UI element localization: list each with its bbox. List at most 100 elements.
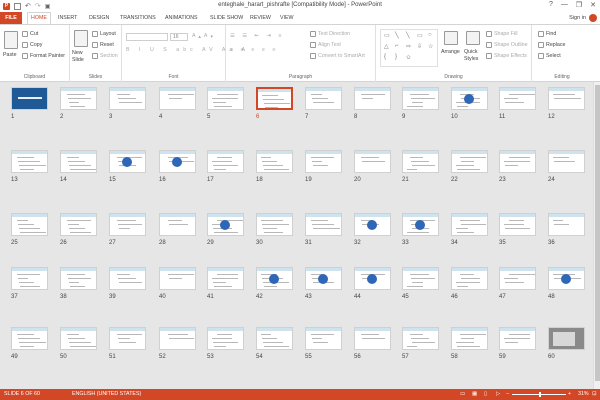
slide-thumbnail-25[interactable]: [11, 213, 48, 236]
tab-slide-show[interactable]: SLIDE SHOW: [210, 13, 243, 23]
layout-button[interactable]: Layout: [92, 31, 116, 37]
line-shape-icon[interactable]: ╲: [395, 32, 399, 39]
shapes-gallery[interactable]: ▭ ╲ ╲ ▭ ○ △ ⌐ ⇨ ⇩ ☆ { } ✩: [380, 29, 438, 67]
scrollbar-thumb[interactable]: [595, 85, 600, 381]
cut-button[interactable]: Cut: [22, 31, 38, 37]
font-name-box[interactable]: [126, 33, 168, 41]
zoom-level[interactable]: 31%: [578, 391, 589, 397]
slide-thumbnail-59[interactable]: [499, 327, 536, 350]
slide-thumbnail-5[interactable]: [207, 87, 244, 110]
slide-thumbnail-18[interactable]: [256, 150, 293, 173]
shape-fill-button[interactable]: Shape Fill: [486, 31, 518, 37]
paste-button[interactable]: Paste: [3, 52, 17, 58]
slide-thumbnail-53[interactable]: [207, 327, 244, 350]
help-button[interactable]: ?: [549, 1, 553, 9]
slide-thumbnail-13[interactable]: [11, 150, 48, 173]
slide-thumbnail-11[interactable]: [499, 87, 536, 110]
format-painter-button[interactable]: Format Painter: [22, 53, 65, 59]
grow-font-icon[interactable]: A ▲ A ▼: [192, 33, 214, 39]
slide-thumbnail-31[interactable]: [305, 213, 342, 236]
slide-thumbnail-19[interactable]: [305, 150, 342, 173]
tab-file[interactable]: FILE: [0, 12, 22, 24]
slide-thumbnail-42[interactable]: [256, 267, 293, 290]
slide-thumbnail-33[interactable]: [402, 213, 439, 236]
slide-thumbnail-51[interactable]: [109, 327, 146, 350]
slide-thumbnail-17[interactable]: [207, 150, 244, 173]
slide-thumbnail-57[interactable]: [402, 327, 439, 350]
brace-shape-icon[interactable]: {: [384, 54, 386, 60]
slide-thumbnail-46[interactable]: [451, 267, 488, 290]
arrange-button[interactable]: Arrange: [441, 49, 460, 55]
rectangle-shape-icon[interactable]: ▭: [384, 32, 390, 39]
slide-thumbnail-4[interactable]: [159, 87, 196, 110]
account-avatar[interactable]: [589, 14, 597, 22]
slide-thumbnail-41[interactable]: [207, 267, 244, 290]
slide-thumbnail-22[interactable]: [451, 150, 488, 173]
slide-thumbnail-38[interactable]: [60, 267, 97, 290]
tab-review[interactable]: REVIEW: [250, 13, 271, 23]
slide-thumbnail-28[interactable]: [159, 213, 196, 236]
new-slide-button[interactable]: New Slide: [72, 50, 94, 64]
slide-thumbnail-40[interactable]: [159, 267, 196, 290]
slide-thumbnail-34[interactable]: [451, 213, 488, 236]
slide-thumbnail-44[interactable]: [354, 267, 391, 290]
quick-styles-button[interactable]: Quick Styles: [464, 49, 482, 63]
slide-thumbnail-9[interactable]: [402, 87, 439, 110]
arrange-icon[interactable]: [444, 31, 458, 45]
slide-thumbnail-23[interactable]: [499, 150, 536, 173]
restore-button[interactable]: ❐: [576, 1, 582, 9]
slide-thumbnail-58[interactable]: [451, 327, 488, 350]
sorter-view-icon[interactable]: ▦: [472, 391, 477, 397]
slide-thumbnail-7[interactable]: [305, 87, 342, 110]
slide-thumbnail-35[interactable]: [499, 213, 536, 236]
normal-view-icon[interactable]: ▭: [460, 391, 465, 397]
slide-thumbnail-12[interactable]: [548, 87, 585, 110]
fit-to-window-icon[interactable]: ⊡: [592, 391, 596, 397]
slide-thumbnail-56[interactable]: [354, 327, 391, 350]
slide-thumbnail-52[interactable]: [159, 327, 196, 350]
slide-thumbnail-32[interactable]: [354, 213, 391, 236]
triangle-shape-icon[interactable]: △: [384, 43, 389, 50]
new-slide-icon[interactable]: [74, 30, 88, 47]
tab-home[interactable]: HOME: [27, 12, 51, 24]
replace-button[interactable]: Replace: [538, 42, 565, 48]
rect2-shape-icon[interactable]: ▭: [417, 32, 423, 39]
slideshow-view-icon[interactable]: ▷: [496, 391, 500, 397]
reset-button[interactable]: Reset: [92, 42, 114, 48]
slide-thumbnail-29[interactable]: [207, 213, 244, 236]
slide-thumbnail-24[interactable]: [548, 150, 585, 173]
slide-thumbnail-54[interactable]: [256, 327, 293, 350]
tab-transitions[interactable]: TRANSITIONS: [120, 13, 156, 23]
slide-thumbnail-21[interactable]: [402, 150, 439, 173]
minimize-button[interactable]: —: [561, 1, 568, 9]
zoom-out-icon[interactable]: −: [506, 391, 509, 397]
slide-thumbnail-20[interactable]: [354, 150, 391, 173]
slide-thumbnail-39[interactable]: [109, 267, 146, 290]
select-button[interactable]: Select: [538, 53, 561, 59]
slide-thumbnail-8[interactable]: [354, 87, 391, 110]
slide-thumbnail-2[interactable]: [60, 87, 97, 110]
slide-thumbnail-26[interactable]: [60, 213, 97, 236]
slide-thumbnail-10[interactable]: [451, 87, 488, 110]
slide-thumbnail-27[interactable]: [109, 213, 146, 236]
slide-thumbnail-15[interactable]: [109, 150, 146, 173]
quick-styles-icon[interactable]: [466, 31, 480, 45]
find-button[interactable]: Find: [538, 31, 556, 37]
brace2-shape-icon[interactable]: }: [395, 54, 397, 60]
reading-view-icon[interactable]: ▯: [484, 391, 487, 397]
align-text-button[interactable]: Align Text: [310, 42, 341, 48]
slide-thumbnail-1[interactable]: [11, 87, 48, 110]
list-buttons[interactable]: ☰ ☰ ⇤ ⇥ ≡: [230, 33, 284, 39]
slide-thumbnail-14[interactable]: [60, 150, 97, 173]
tab-insert[interactable]: INSERT: [58, 13, 77, 23]
slide-thumbnail-55[interactable]: [305, 327, 342, 350]
shape-effects-button[interactable]: Shape Effects: [486, 53, 527, 59]
convert-smartart-button[interactable]: Convert to SmartArt: [310, 53, 365, 59]
text-direction-button[interactable]: Text Direction: [310, 31, 350, 37]
slide-thumbnail-3[interactable]: [109, 87, 146, 110]
sign-in-link[interactable]: Sign in: [569, 15, 586, 21]
tab-animations[interactable]: ANIMATIONS: [165, 13, 198, 23]
slide-thumbnail-60[interactable]: [548, 327, 585, 350]
slide-thumbnail-48[interactable]: [548, 267, 585, 290]
star-shape-icon[interactable]: ☆: [428, 43, 433, 50]
